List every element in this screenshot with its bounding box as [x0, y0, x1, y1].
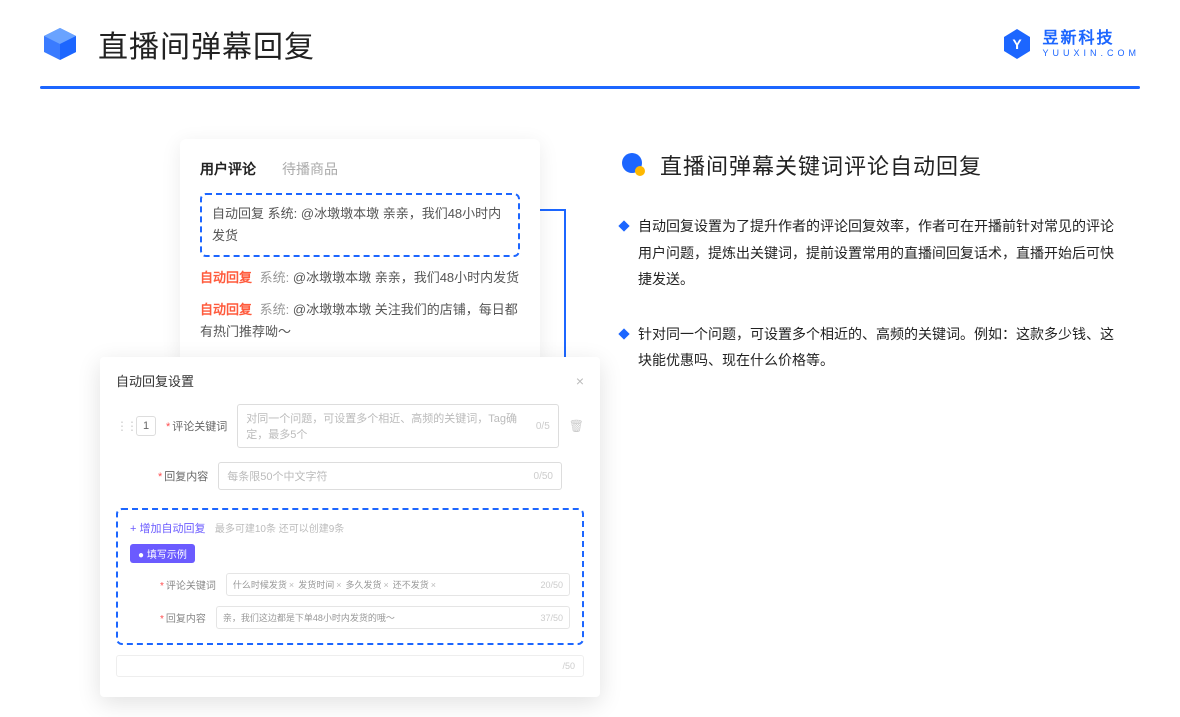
example-pill: ● 填写示例: [130, 544, 195, 563]
system-label: 系统:: [260, 270, 290, 285]
keyword-input[interactable]: 对同一个问题，可设置多个相近、高频的关键词，Tag确定，最多5个 0/5: [237, 404, 558, 448]
bullet-item: 自动回复设置为了提升作者的评论回复效率，作者可在开播前针对常见的评论用户问题，提…: [620, 213, 1140, 293]
cube-icon: [40, 24, 80, 64]
close-icon[interactable]: ×: [576, 373, 584, 389]
example-keyword-input[interactable]: 什么时候发货 发货时间 多久发货 还不发货 20/50: [226, 573, 570, 596]
highlighted-comment: 自动回复 系统: @冰墩墩本墩 亲亲，我们48小时内发货: [200, 193, 520, 257]
page-title: 直播间弹幕回复: [98, 22, 315, 66]
svg-text:Y: Y: [1013, 36, 1023, 52]
input-placeholder: 对同一个问题，可设置多个相近、高频的关键词，Tag确定，最多5个: [246, 410, 536, 442]
connector-line: [540, 209, 566, 211]
logo-text-en: YUUXIN.COM: [1042, 49, 1140, 58]
char-count: 0/50: [534, 471, 553, 482]
section-title: 直播间弹幕关键词评论自动回复: [660, 149, 982, 181]
auto-reply-tag: 自动回复: [200, 302, 252, 317]
drag-handle-icon[interactable]: ⋮⋮: [116, 419, 126, 433]
example-section: + 增加自动回复 最多可建10条 还可以创建9条 ● 填写示例 *评论关键词 什…: [116, 508, 584, 645]
comments-card: 用户评论 待播商品 自动回复 系统: @冰墩墩本墩 亲亲，我们48小时内发货 自…: [180, 139, 540, 365]
logo-text-cn: 昱新科技: [1042, 31, 1140, 47]
keyword-chip[interactable]: 什么时候发货: [233, 578, 294, 591]
system-label: 系统:: [260, 302, 290, 317]
content-input[interactable]: 每条限50个中文字符 0/50: [218, 462, 562, 490]
keyword-chip[interactable]: 发货时间: [298, 578, 341, 591]
auto-reply-settings-card: 自动回复设置 × ⋮⋮ 1 *评论关键词 对同一个问题，可设置多个相近、高频的关…: [100, 357, 600, 697]
logo-icon: Y: [1000, 27, 1034, 61]
char-count: 0/5: [536, 421, 550, 432]
settings-title: 自动回复设置: [116, 371, 194, 390]
comment-text: @冰墩墩本墩 亲亲，我们48小时内发货: [293, 270, 519, 285]
example-content-input[interactable]: 亲，我们这边都是下单48小时内发货的哦～ 37/50: [216, 606, 570, 629]
bullet-text: 自动回复设置为了提升作者的评论回复效率，作者可在开播前针对常见的评论用户问题，提…: [638, 213, 1120, 293]
comment-row: 自动回复 系统: @冰墩墩本墩 关注我们的店铺，每日都有热门推荐呦～: [200, 299, 520, 343]
diamond-icon: [618, 328, 629, 339]
diamond-icon: [618, 220, 629, 231]
keyword-label: 评论关键词: [172, 421, 227, 433]
comment-row: 自动回复 系统: @冰墩墩本墩 亲亲，我们48小时内发货: [200, 267, 520, 289]
char-count: 37/50: [540, 613, 563, 623]
auto-reply-tag: 自动回复: [212, 206, 264, 221]
char-count: 20/50: [540, 580, 563, 590]
index-box: 1: [136, 416, 156, 436]
content-label: 回复内容: [164, 471, 208, 483]
brand-logo: Y 昱新科技 YUUXIN.COM: [1000, 27, 1140, 61]
bubble-icon: [620, 152, 646, 178]
trash-icon[interactable]: 🗑: [569, 419, 584, 433]
input-placeholder: 每条限50个中文字符: [227, 468, 327, 484]
ghost-input: /50: [116, 655, 584, 677]
tab-pending-products[interactable]: 待播商品: [282, 159, 338, 179]
keyword-chip[interactable]: 还不发货: [393, 578, 436, 591]
tab-user-comments[interactable]: 用户评论: [200, 159, 256, 179]
add-hint: 最多可建10条 还可以创建9条: [215, 524, 344, 535]
example-keyword-label: 评论关键词: [166, 581, 216, 592]
bullet-item: 针对同一个问题，可设置多个相近的、高频的关键词。例如：这款多少钱、这块能优惠吗、…: [620, 321, 1140, 374]
keyword-chip[interactable]: 多久发货: [345, 578, 388, 591]
example-content-value: 亲，我们这边都是下单48小时内发货的哦～: [223, 611, 395, 624]
bullet-text: 针对同一个问题，可设置多个相近的、高频的关键词。例如：这款多少钱、这块能优惠吗、…: [638, 321, 1120, 374]
system-label: 系统:: [268, 206, 298, 221]
add-auto-reply-link[interactable]: + 增加自动回复: [130, 523, 205, 535]
example-content-label: 回复内容: [166, 614, 206, 625]
auto-reply-tag: 自动回复: [200, 270, 252, 285]
